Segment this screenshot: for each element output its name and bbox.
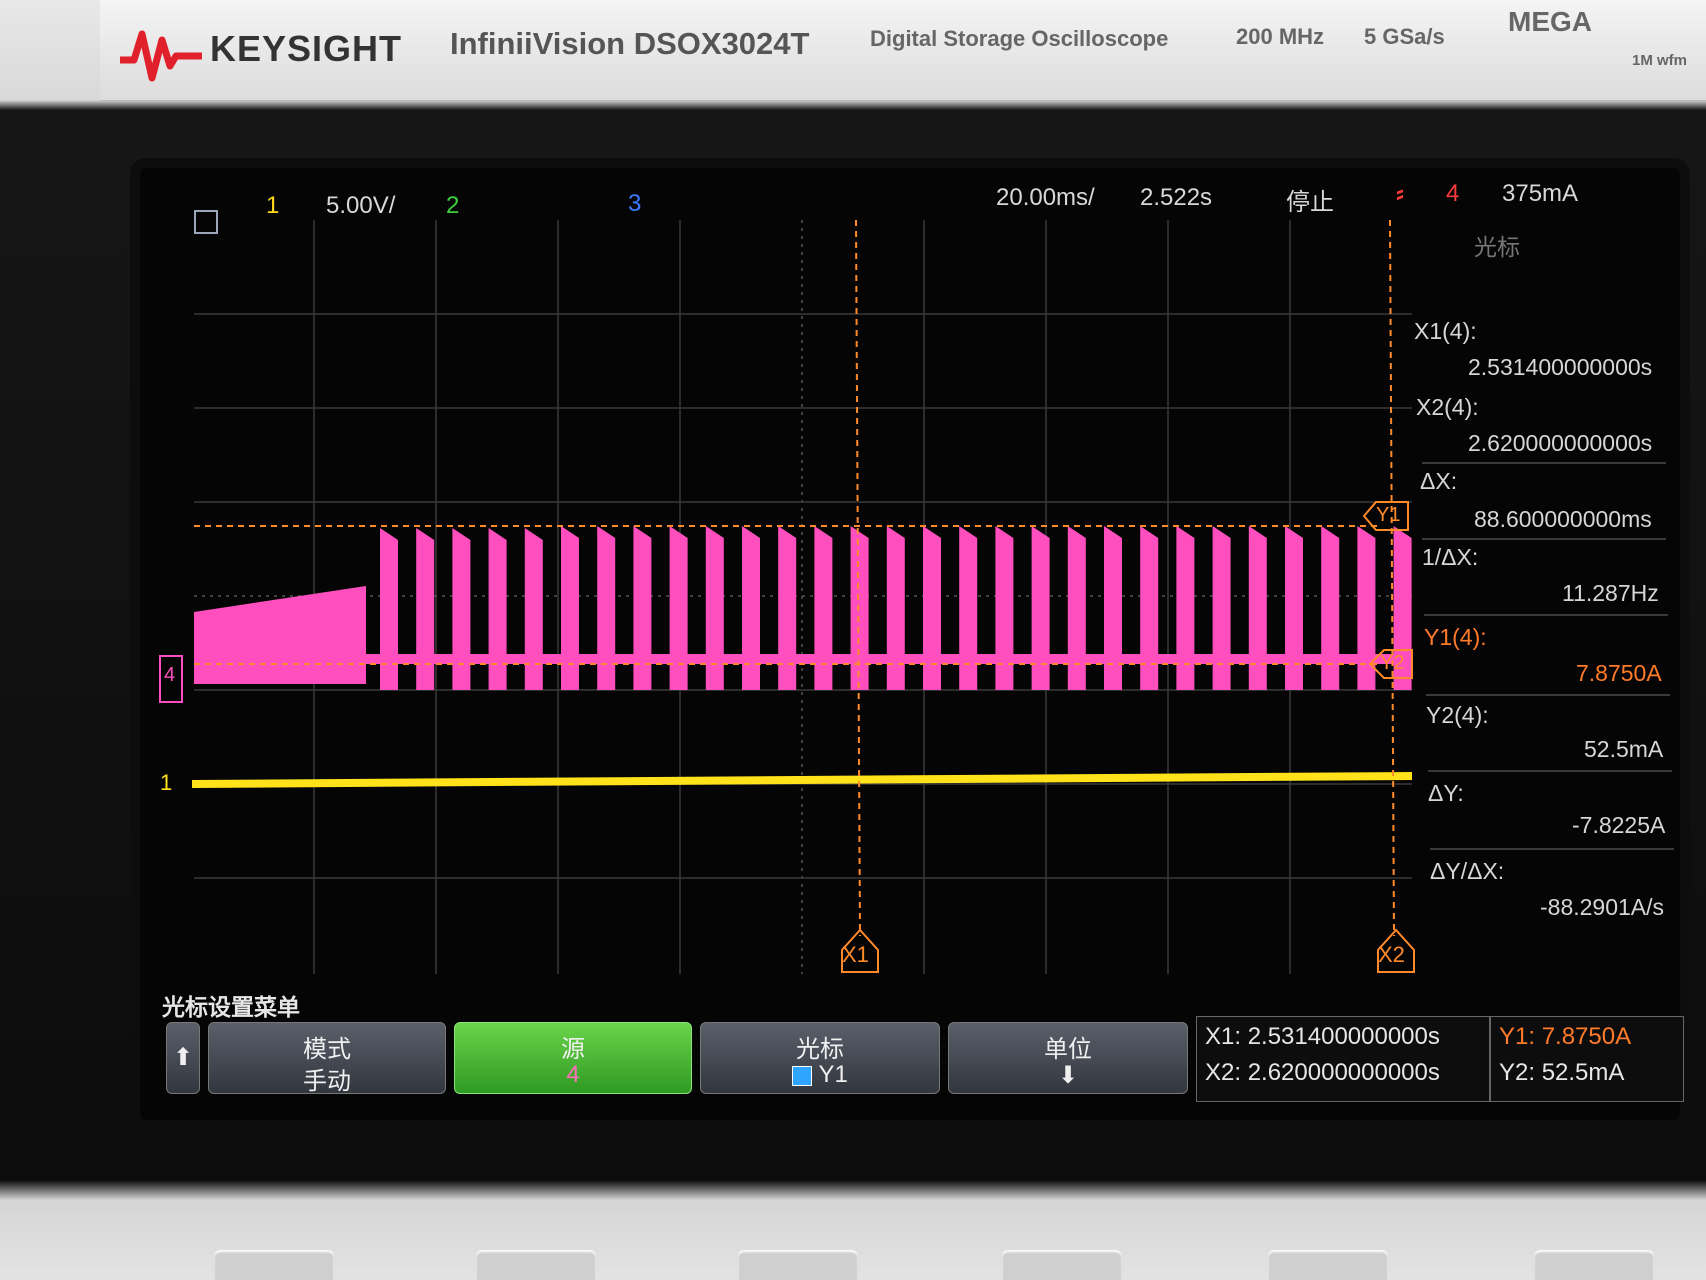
cursor-label: 光标 [796, 1036, 844, 1063]
cursor-panel-title: 光标 [1474, 234, 1520, 260]
separator [1424, 614, 1668, 616]
ch4-burst [1285, 526, 1303, 690]
y1-marker-label[interactable]: Y1 [1376, 504, 1400, 527]
y2-label: Y2(4): [1426, 702, 1489, 728]
ch4-burst [742, 526, 760, 690]
ch4-burst [1212, 526, 1231, 690]
mode-value: 手动 [303, 1068, 351, 1095]
ch4-burst [669, 526, 688, 690]
ch4-ramp-segment [194, 586, 366, 684]
ch1-ground-label: 1 [160, 770, 173, 795]
dydx-label: ΔY/ΔX: [1430, 858, 1505, 884]
source-value: 4 [566, 1061, 580, 1088]
checkbox-icon [792, 1065, 813, 1086]
separator [1422, 462, 1666, 464]
dx-value: 88.600000000ms [1474, 506, 1652, 532]
separator [1430, 848, 1674, 850]
hardware-button[interactable] [1002, 1250, 1122, 1280]
ch4-burst [380, 528, 398, 690]
hardware-button[interactable] [476, 1250, 596, 1280]
inv-dx-value: 11.287Hz [1562, 580, 1659, 606]
x2-cursor-line [1389, 219, 1395, 937]
ch4-burst [524, 528, 543, 690]
ch4-waveform [194, 526, 1412, 690]
hardware-button[interactable] [1534, 1250, 1654, 1280]
cursor-x-readout: X1: 2.531400000000s X2: 2.620000000000s [1196, 1016, 1490, 1102]
source-label: 源 [561, 1036, 585, 1063]
ch4-burst [959, 526, 978, 690]
x2-value: 2.620000000000s [1468, 430, 1653, 456]
y2-marker-label[interactable]: Y2 [1380, 652, 1404, 675]
inv-dx-label: 1/ΔX: [1422, 544, 1479, 570]
separator [1426, 694, 1670, 696]
y1-label: Y1(4): [1424, 624, 1487, 650]
ch4-burst [561, 526, 579, 690]
cursor-softkey[interactable]: 光标 Y1 [700, 1022, 940, 1094]
units-softkey[interactable]: 单位 ⬇ [948, 1022, 1188, 1094]
mode-softkey[interactable]: 模式 手动 [208, 1022, 446, 1095]
ch4-burst [886, 526, 905, 690]
ch4-burst [923, 526, 941, 690]
readout-x2: X2: 2.620000000000s [1205, 1059, 1440, 1086]
ch4-burst [1248, 526, 1267, 690]
ch4-burst [705, 526, 724, 690]
down-arrow-icon: ⬇ [1057, 1062, 1079, 1089]
ch4-burst [814, 526, 833, 690]
ch4-burst [850, 526, 869, 690]
ch4-burst [1140, 526, 1159, 690]
hardware-button[interactable] [214, 1250, 334, 1280]
hardware-button[interactable] [738, 1250, 858, 1280]
ch4-burst [597, 526, 616, 690]
readout-y2: Y2: 52.5mA [1499, 1059, 1625, 1086]
ch4-burst [1031, 526, 1050, 690]
ch4-ground-label: 4 [164, 664, 176, 686]
cursor-value: Y1 [818, 1061, 848, 1088]
dy-label: ΔY: [1428, 780, 1464, 806]
x2-marker-label[interactable]: X2 [1378, 942, 1405, 968]
ch4-burst [1176, 526, 1195, 690]
menu-title: 光标设置菜单 [162, 994, 300, 1020]
dy-value: -7.8225A [1572, 812, 1666, 838]
ch4-burst [452, 528, 471, 690]
ch4-burst [1067, 526, 1086, 690]
dx-label: ΔX: [1420, 468, 1458, 494]
units-label: 单位 [1044, 1036, 1092, 1063]
cursor-y-readout: Y1: 7.8750A Y2: 52.5mA [1490, 1016, 1684, 1102]
cursor-value-row: Y1 [701, 1061, 939, 1089]
ch4-baseline [366, 654, 1404, 664]
readout-y1: Y1: 7.8750A [1499, 1023, 1632, 1050]
y1-value: 7.8750A [1576, 660, 1662, 686]
separator [1428, 770, 1672, 772]
x1-marker-label[interactable]: X1 [842, 942, 869, 968]
hardware-button[interactable] [1268, 1250, 1388, 1280]
source-softkey[interactable]: 源 4 [454, 1022, 692, 1094]
x1-label: X1(4): [1414, 318, 1477, 344]
ch4-burst [1321, 526, 1340, 690]
ch4-burst [1104, 526, 1122, 690]
x1-value: 2.531400000000s [1468, 354, 1653, 380]
up-arrow-icon: ⬆ [172, 1044, 194, 1071]
ch4-burst [778, 526, 797, 690]
ch1-waveform [191, 772, 1413, 788]
ch4-burst [488, 528, 507, 690]
ch4-burst [633, 526, 652, 690]
readout-x1: X1: 2.531400000000s [1205, 1023, 1440, 1050]
ch4-burst [995, 526, 1014, 690]
dydx-value: -88.2901A/s [1540, 894, 1665, 920]
separator [1422, 538, 1666, 540]
ch4-burst [416, 528, 435, 690]
x2-label: X2(4): [1416, 394, 1479, 420]
mode-label: 模式 [303, 1036, 351, 1063]
y2-value: 52.5mA [1584, 736, 1664, 762]
back-button[interactable]: ⬆ [166, 1022, 200, 1094]
